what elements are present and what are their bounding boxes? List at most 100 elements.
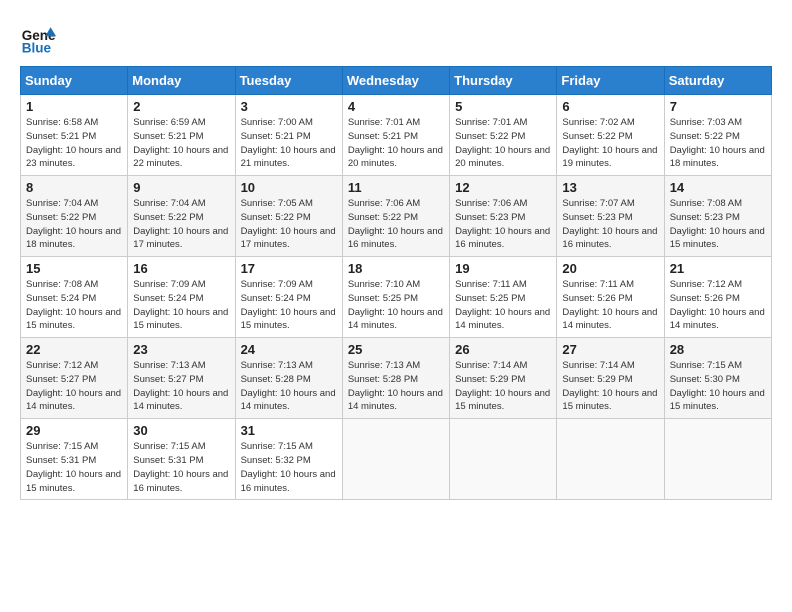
day-number: 7 <box>670 99 766 114</box>
calendar-cell: 24Sunrise: 7:13 AMSunset: 5:28 PMDayligh… <box>235 338 342 419</box>
day-info: Sunrise: 7:01 AMSunset: 5:22 PMDaylight:… <box>455 116 551 171</box>
calendar-cell: 28 Sunrise: 7:15 AMSunset: 5:30 PMDayligh… <box>664 338 771 419</box>
calendar-week-row: 22 Sunrise: 7:12 AMSunset: 5:27 PMDayligh… <box>21 338 772 419</box>
calendar-cell: 27Sunrise: 7:14 AMSunset: 5:29 PMDayligh… <box>557 338 664 419</box>
calendar-cell: 18 Sunrise: 7:10 AMSunset: 5:25 PMDayligh… <box>342 257 449 338</box>
day-info: Sunrise: 7:15 AMSunset: 5:32 PMDaylight:… <box>241 440 337 495</box>
weekday-header: Friday <box>557 67 664 95</box>
day-number: 14 <box>670 180 766 195</box>
day-info: Sunrise: 7:05 AMSunset: 5:22 PMDaylight:… <box>241 197 337 252</box>
calendar-cell: 23 Sunrise: 7:13 AMSunset: 5:27 PMDayligh… <box>128 338 235 419</box>
day-number: 31 <box>241 423 337 438</box>
day-info: Sunrise: 7:04 AMSunset: 5:22 PMDaylight:… <box>133 197 229 252</box>
calendar-cell: 25 Sunrise: 7:13 AMSunset: 5:28 PMDayligh… <box>342 338 449 419</box>
calendar-cell: 22 Sunrise: 7:12 AMSunset: 5:27 PMDayligh… <box>21 338 128 419</box>
day-number: 30 <box>133 423 229 438</box>
calendar-cell: 19Sunrise: 7:11 AMSunset: 5:25 PMDayligh… <box>450 257 557 338</box>
day-number: 19 <box>455 261 551 276</box>
calendar-cell: 2 Sunrise: 6:59 AMSunset: 5:21 PMDaylight… <box>128 95 235 176</box>
day-number: 11 <box>348 180 444 195</box>
calendar-cell: 13Sunrise: 7:07 AMSunset: 5:23 PMDayligh… <box>557 176 664 257</box>
day-number: 1 <box>26 99 122 114</box>
calendar-cell: 17Sunrise: 7:09 AMSunset: 5:24 PMDayligh… <box>235 257 342 338</box>
calendar-cell: 8 Sunrise: 7:04 AMSunset: 5:22 PMDaylight… <box>21 176 128 257</box>
calendar-cell: 14 Sunrise: 7:08 AMSunset: 5:23 PMDayligh… <box>664 176 771 257</box>
day-number: 10 <box>241 180 337 195</box>
day-info: Sunrise: 7:01 AMSunset: 5:21 PMDaylight:… <box>348 116 444 171</box>
day-number: 15 <box>26 261 122 276</box>
calendar-cell: 7 Sunrise: 7:03 AMSunset: 5:22 PMDaylight… <box>664 95 771 176</box>
day-number: 18 <box>348 261 444 276</box>
weekday-header: Sunday <box>21 67 128 95</box>
calendar-cell: 21 Sunrise: 7:12 AMSunset: 5:26 PMDayligh… <box>664 257 771 338</box>
day-info: Sunrise: 7:06 AMSunset: 5:22 PMDaylight:… <box>348 197 444 252</box>
calendar-cell: 31 Sunrise: 7:15 AMSunset: 5:32 PMDayligh… <box>235 419 342 500</box>
day-info: Sunrise: 6:58 AMSunset: 5:21 PMDaylight:… <box>26 116 122 171</box>
day-info: Sunrise: 7:15 AMSunset: 5:31 PMDaylight:… <box>26 440 122 495</box>
day-info: Sunrise: 7:06 AMSunset: 5:23 PMDaylight:… <box>455 197 551 252</box>
day-number: 12 <box>455 180 551 195</box>
calendar-table: SundayMondayTuesdayWednesdayThursdayFrid… <box>20 66 772 500</box>
calendar-cell: 16Sunrise: 7:09 AMSunset: 5:24 PMDayligh… <box>128 257 235 338</box>
day-number: 17 <box>241 261 337 276</box>
calendar-cell <box>342 419 449 500</box>
calendar-cell: 1 Sunrise: 6:58 AMSunset: 5:21 PMDaylight… <box>21 95 128 176</box>
day-number: 3 <box>241 99 337 114</box>
calendar-cell: 30 Sunrise: 7:15 AMSunset: 5:31 PMDayligh… <box>128 419 235 500</box>
day-info: Sunrise: 7:13 AMSunset: 5:27 PMDaylight:… <box>133 359 229 414</box>
calendar-cell: 5 Sunrise: 7:01 AMSunset: 5:22 PMDaylight… <box>450 95 557 176</box>
weekday-header: Saturday <box>664 67 771 95</box>
day-number: 4 <box>348 99 444 114</box>
weekday-header: Monday <box>128 67 235 95</box>
logo: General Blue <box>20 20 56 56</box>
weekday-header: Thursday <box>450 67 557 95</box>
day-info: Sunrise: 7:04 AMSunset: 5:22 PMDaylight:… <box>26 197 122 252</box>
day-info: Sunrise: 7:10 AMSunset: 5:25 PMDaylight:… <box>348 278 444 333</box>
day-info: Sunrise: 7:03 AMSunset: 5:22 PMDaylight:… <box>670 116 766 171</box>
day-info: Sunrise: 7:08 AMSunset: 5:23 PMDaylight:… <box>670 197 766 252</box>
day-number: 23 <box>133 342 229 357</box>
day-info: Sunrise: 7:08 AMSunset: 5:24 PMDaylight:… <box>26 278 122 333</box>
day-info: Sunrise: 7:07 AMSunset: 5:23 PMDaylight:… <box>562 197 658 252</box>
calendar-cell <box>664 419 771 500</box>
day-number: 8 <box>26 180 122 195</box>
calendar-cell: 9 Sunrise: 7:04 AMSunset: 5:22 PMDaylight… <box>128 176 235 257</box>
calendar-cell: 26 Sunrise: 7:14 AMSunset: 5:29 PMDayligh… <box>450 338 557 419</box>
weekday-header: Tuesday <box>235 67 342 95</box>
day-number: 21 <box>670 261 766 276</box>
day-info: Sunrise: 7:15 AMSunset: 5:31 PMDaylight:… <box>133 440 229 495</box>
calendar-cell: 15 Sunrise: 7:08 AMSunset: 5:24 PMDayligh… <box>21 257 128 338</box>
day-number: 5 <box>455 99 551 114</box>
calendar-cell: 20Sunrise: 7:11 AMSunset: 5:26 PMDayligh… <box>557 257 664 338</box>
day-number: 9 <box>133 180 229 195</box>
day-info: Sunrise: 7:12 AMSunset: 5:26 PMDaylight:… <box>670 278 766 333</box>
calendar-cell: 12 Sunrise: 7:06 AMSunset: 5:23 PMDayligh… <box>450 176 557 257</box>
calendar-week-row: 15 Sunrise: 7:08 AMSunset: 5:24 PMDayligh… <box>21 257 772 338</box>
day-number: 26 <box>455 342 551 357</box>
calendar-week-row: 1 Sunrise: 6:58 AMSunset: 5:21 PMDaylight… <box>21 95 772 176</box>
day-info: Sunrise: 7:15 AMSunset: 5:30 PMDaylight:… <box>670 359 766 414</box>
page-header: General Blue <box>20 20 772 56</box>
day-info: Sunrise: 7:14 AMSunset: 5:29 PMDaylight:… <box>455 359 551 414</box>
weekday-header: Wednesday <box>342 67 449 95</box>
calendar-cell: 29 Sunrise: 7:15 AMSunset: 5:31 PMDayligh… <box>21 419 128 500</box>
calendar-week-row: 29 Sunrise: 7:15 AMSunset: 5:31 PMDayligh… <box>21 419 772 500</box>
calendar-cell: 6Sunrise: 7:02 AMSunset: 5:22 PMDaylight… <box>557 95 664 176</box>
calendar-week-row: 8 Sunrise: 7:04 AMSunset: 5:22 PMDaylight… <box>21 176 772 257</box>
day-info: Sunrise: 7:00 AMSunset: 5:21 PMDaylight:… <box>241 116 337 171</box>
day-info: Sunrise: 7:12 AMSunset: 5:27 PMDaylight:… <box>26 359 122 414</box>
day-info: Sunrise: 7:13 AMSunset: 5:28 PMDaylight:… <box>348 359 444 414</box>
day-number: 25 <box>348 342 444 357</box>
day-number: 22 <box>26 342 122 357</box>
day-info: Sunrise: 7:13 AMSunset: 5:28 PMDaylight:… <box>241 359 337 414</box>
day-number: 29 <box>26 423 122 438</box>
calendar-header: SundayMondayTuesdayWednesdayThursdayFrid… <box>21 67 772 95</box>
calendar-cell: 11 Sunrise: 7:06 AMSunset: 5:22 PMDayligh… <box>342 176 449 257</box>
day-number: 28 <box>670 342 766 357</box>
day-number: 6 <box>562 99 658 114</box>
day-info: Sunrise: 7:09 AMSunset: 5:24 PMDaylight:… <box>133 278 229 333</box>
day-info: Sunrise: 6:59 AMSunset: 5:21 PMDaylight:… <box>133 116 229 171</box>
day-number: 2 <box>133 99 229 114</box>
logo-icon: General Blue <box>20 20 56 56</box>
svg-text:Blue: Blue <box>22 40 52 55</box>
